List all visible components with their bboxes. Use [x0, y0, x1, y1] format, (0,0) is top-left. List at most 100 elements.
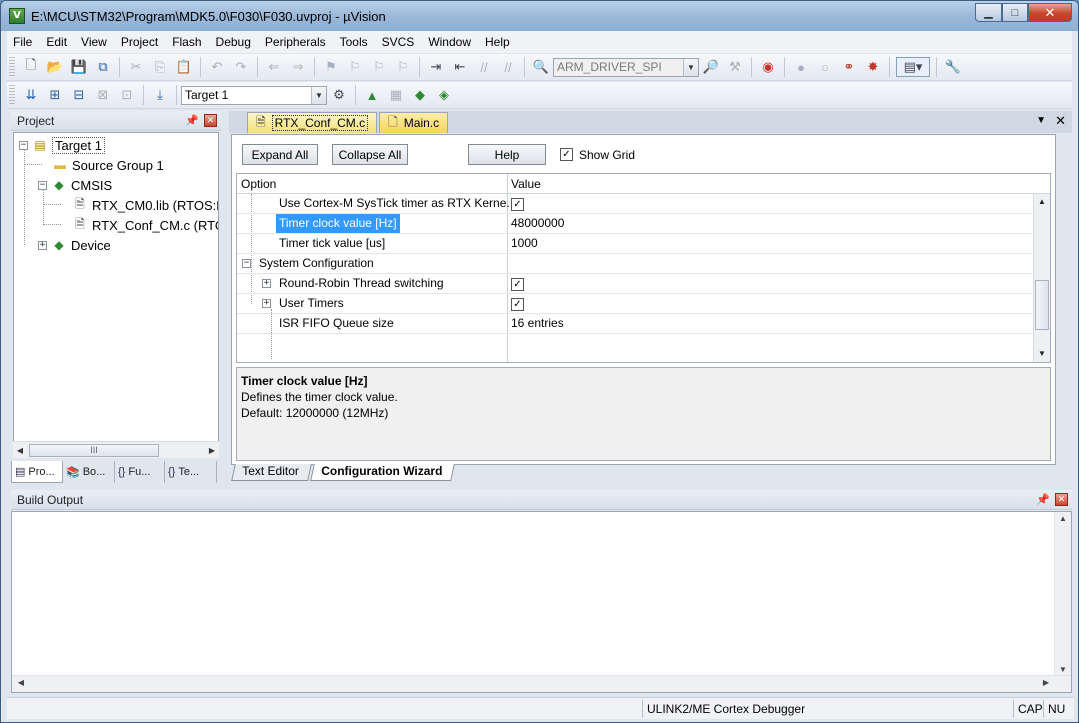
indent-icon[interactable]: ⇥ — [426, 57, 446, 77]
scroll-left-icon[interactable]: ◀ — [13, 446, 27, 455]
tree-item-source-group[interactable]: ▬ Source Group 1 — [52, 155, 164, 175]
menu-window[interactable]: Window — [422, 31, 477, 53]
collapse-icon[interactable]: − — [19, 140, 28, 150]
undo-icon[interactable]: ↶ — [207, 57, 227, 77]
table-row[interactable]: Use Cortex-M SysTick timer as RTX Kerne.… — [237, 194, 1032, 214]
table-row[interactable]: ISR FIFO Queue size 16 entries — [237, 314, 1032, 334]
toolbar-grip[interactable] — [9, 57, 15, 77]
scroll-up-icon[interactable]: ▲ — [1034, 194, 1050, 210]
scroll-right-icon[interactable]: ▶ — [1039, 678, 1053, 687]
menu-debug[interactable]: Debug — [210, 31, 257, 53]
table-row[interactable]: − System Configuration — [237, 254, 1032, 274]
value-text[interactable]: 16 entries — [509, 314, 564, 333]
find-in-files-icon[interactable]: 🔍 — [531, 57, 551, 77]
expand-icon[interactable]: + — [262, 299, 271, 308]
save-icon[interactable]: 💾 — [69, 57, 89, 77]
uncomment-icon[interactable]: // — [498, 57, 518, 77]
collapse-icon[interactable]: − — [242, 259, 251, 268]
find-combo[interactable]: ARM_DRIVER_SPI ▼ — [553, 57, 699, 77]
chevron-down-icon[interactable]: ▼ — [311, 86, 326, 104]
manage-run-time-environment-icon[interactable]: ◆ — [410, 85, 430, 105]
value-checkbox[interactable]: ✓ — [509, 274, 524, 293]
help-button[interactable]: Help — [468, 144, 546, 165]
pin-icon[interactable]: 📌 — [185, 114, 199, 127]
target-options-icon[interactable]: ⚙ — [329, 85, 349, 105]
configure-icon[interactable]: 🔧 — [943, 57, 963, 77]
tab-books[interactable]: 📚 Bo... — [63, 461, 115, 483]
value-checkbox[interactable]: ✓ — [509, 194, 524, 213]
paste-icon[interactable]: 📋 — [174, 57, 194, 77]
comment-icon[interactable]: // — [474, 57, 494, 77]
collapse-icon[interactable]: − — [38, 180, 47, 190]
kill-all-breakpoints-icon[interactable]: ✸ — [863, 57, 883, 77]
menu-svcs[interactable]: SVCS — [376, 31, 421, 53]
build-vertical-scrollbar[interactable]: ▲ ▼ — [1054, 512, 1071, 676]
new-file-icon[interactable]: 🗋 — [21, 57, 41, 77]
build-output-area[interactable]: ▲ ▼ ◀ ▶ — [11, 511, 1072, 693]
expand-all-button[interactable]: Expand All — [242, 144, 318, 165]
menu-help[interactable]: Help — [479, 31, 516, 53]
close-icon[interactable]: ✕ — [204, 114, 217, 127]
close-editor-icon[interactable]: ✕ — [1055, 113, 1066, 129]
tab-rtx-conf[interactable]: 🗎 RTX_Conf_CM.c — [247, 112, 378, 133]
build-icon[interactable]: ⊞ — [45, 85, 65, 105]
tree-item-cmsis[interactable]: − ◆ CMSIS — [38, 175, 112, 195]
collapse-all-button[interactable]: Collapse All — [332, 144, 408, 165]
build-horizontal-scrollbar[interactable]: ◀ ▶ — [12, 675, 1071, 692]
menu-view[interactable]: View — [75, 31, 113, 53]
cut-icon[interactable]: ✂ — [126, 57, 146, 77]
chevron-down-icon[interactable]: ▼ — [683, 58, 698, 76]
select-packs-icon[interactable]: ▦ — [386, 85, 406, 105]
incremental-find-icon[interactable]: ⚒ — [725, 57, 745, 77]
scroll-thumb[interactable] — [1035, 280, 1049, 330]
save-all-icon[interactable]: ⧉ — [93, 57, 113, 77]
minimize-button[interactable]: ▁ — [975, 3, 1002, 22]
target-combo[interactable]: Target 1 ▼ — [181, 85, 327, 105]
expand-icon[interactable]: + — [38, 240, 47, 250]
tab-main-c[interactable]: 🗋 Main.c — [379, 112, 449, 133]
expand-icon[interactable]: + — [262, 279, 271, 288]
navigate-back-icon[interactable]: ⇐ — [264, 57, 284, 77]
scroll-thumb[interactable]: III — [29, 443, 159, 457]
tree-item-rtx-conf[interactable]: 🗎 RTX_Conf_CM.c (RTOS — [72, 215, 218, 235]
value-edit-field[interactable] — [508, 214, 1032, 233]
tree-item-device[interactable]: + ◆ Device — [38, 235, 111, 255]
maximize-button[interactable]: □ — [1002, 3, 1028, 22]
tab-text-editor[interactable]: Text Editor — [231, 464, 312, 481]
scroll-down-icon[interactable]: ▼ — [1034, 346, 1050, 362]
bookmark-prev-icon[interactable]: ⚐ — [345, 57, 365, 77]
enable-breakpoint-icon[interactable]: ○ — [815, 57, 835, 77]
table-row[interactable]: Timer tick value [us] 1000 — [237, 234, 1032, 254]
show-grid-checkbox[interactable]: ✓ — [560, 148, 573, 161]
menu-peripherals[interactable]: Peripherals — [259, 31, 332, 53]
find-icon[interactable]: 🔎 — [701, 57, 721, 77]
bookmark-next-icon[interactable]: ⚐ — [369, 57, 389, 77]
redo-icon[interactable]: ↷ — [231, 57, 251, 77]
bookmark-clear-icon[interactable]: ⚐ — [393, 57, 413, 77]
close-window-button[interactable]: ✕ — [1028, 3, 1072, 22]
start-debug-icon[interactable]: ◉ — [758, 57, 778, 77]
project-horizontal-scrollbar[interactable]: ◀ III ▶ — [13, 441, 219, 458]
value-text[interactable]: 48000000 — [509, 214, 564, 233]
tab-templates[interactable]: {} Te... — [165, 461, 217, 483]
menu-tools[interactable]: Tools — [334, 31, 374, 53]
table-row[interactable]: + User Timers ✓ — [237, 294, 1032, 314]
insert-breakpoint-icon[interactable]: ● — [791, 57, 811, 77]
tree-item-target[interactable]: − ▤ Target 1 — [19, 135, 105, 155]
copy-icon[interactable]: ⎘ — [150, 57, 170, 77]
pack-installer-icon[interactable]: ◈ — [434, 85, 454, 105]
manage-project-items-icon[interactable]: ▲ — [362, 85, 382, 105]
disable-all-breakpoints-icon[interactable]: ⚭ — [839, 57, 859, 77]
table-row[interactable]: + Round-Robin Thread switching ✓ — [237, 274, 1032, 294]
value-checkbox[interactable]: ✓ — [509, 294, 524, 313]
rebuild-icon[interactable]: ⊟ — [69, 85, 89, 105]
stop-build-icon[interactable]: ⊡ — [117, 85, 137, 105]
pin-icon[interactable]: 📌 — [1036, 493, 1050, 506]
download-icon[interactable]: ⤓ — [150, 85, 170, 105]
tab-configuration-wizard[interactable]: Configuration Wizard — [309, 464, 455, 481]
menu-project[interactable]: Project — [115, 31, 164, 53]
open-file-icon[interactable]: 📂 — [45, 57, 65, 77]
batch-build-icon[interactable]: ⊠ — [93, 85, 113, 105]
tab-list-dropdown-icon[interactable]: ▼ — [1036, 115, 1046, 126]
bookmark-icon[interactable]: ⚑ — [321, 57, 341, 77]
